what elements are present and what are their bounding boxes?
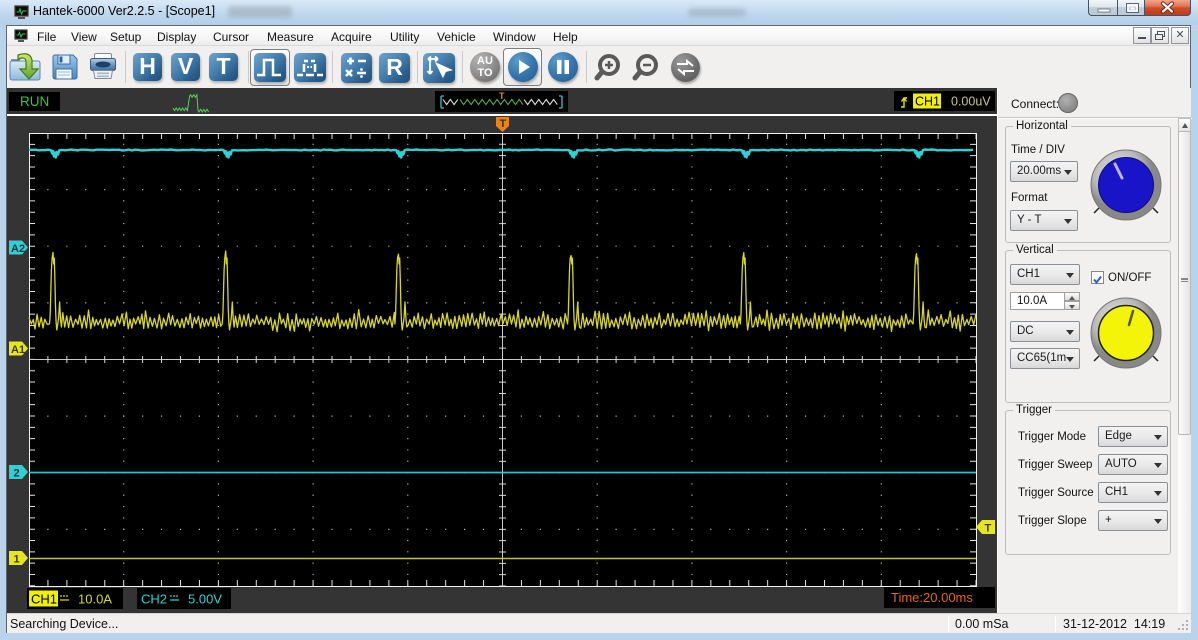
svg-text:CH2: CH2: [141, 592, 167, 607]
svg-text:0.00uV: 0.00uV: [951, 95, 991, 109]
svg-text:5.00V: 5.00V: [188, 592, 222, 607]
svg-text:1: 1: [14, 554, 20, 566]
svg-text:A2: A2: [11, 243, 25, 255]
svg-text:T: T: [985, 523, 992, 535]
svg-text:A1: A1: [11, 344, 25, 356]
svg-text:CH1: CH1: [915, 95, 940, 109]
svg-text:CH1: CH1: [31, 592, 57, 607]
svg-text:10.0A: 10.0A: [78, 592, 112, 607]
svg-text:2: 2: [14, 468, 20, 480]
svg-text:T: T: [500, 118, 507, 130]
